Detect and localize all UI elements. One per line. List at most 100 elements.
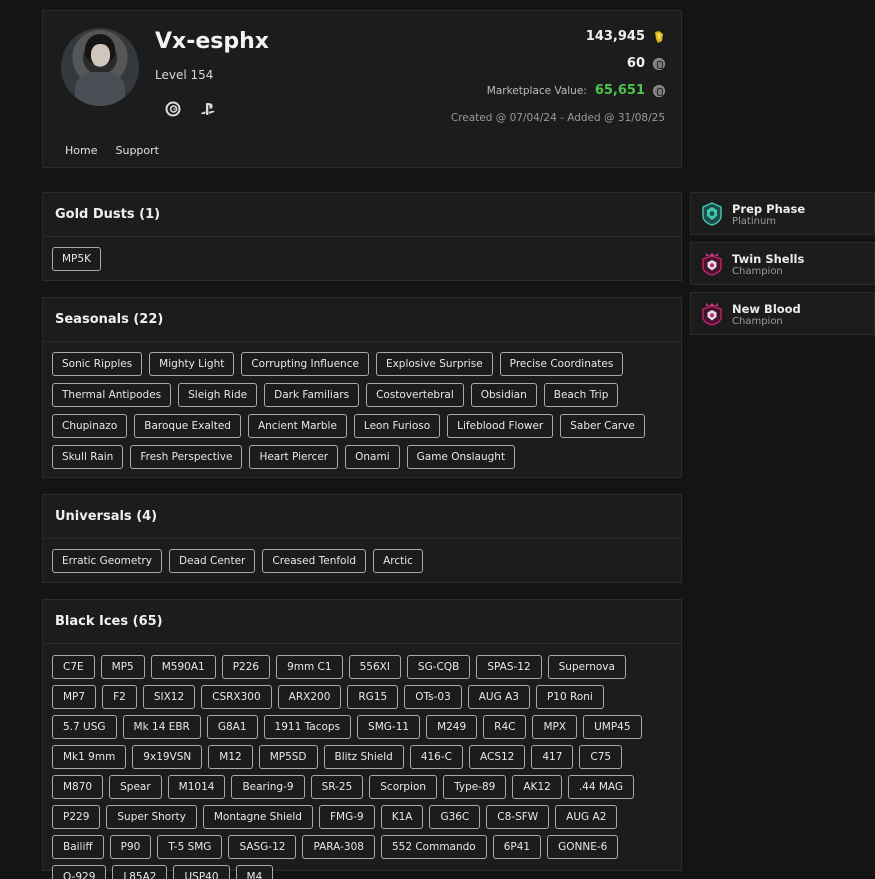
item-chip[interactable]: OTs-03 xyxy=(404,685,462,709)
item-chip[interactable]: Dark Familiars xyxy=(264,383,360,407)
item-chip[interactable]: 9x19VSN xyxy=(132,745,203,769)
rank-card[interactable]: Prep Phase Platinum xyxy=(690,192,875,235)
item-chip[interactable]: Erratic Geometry xyxy=(52,549,163,573)
item-chip[interactable]: Montagne Shield xyxy=(202,805,313,829)
item-chip[interactable]: C8-SFW xyxy=(486,805,550,829)
item-chip[interactable]: R4C xyxy=(483,715,527,739)
item-chip[interactable]: P10 Roni xyxy=(535,685,604,709)
item-chip[interactable]: Blitz Shield xyxy=(323,745,404,769)
item-chip[interactable]: SPAS-12 xyxy=(476,655,542,679)
item-chip[interactable]: Creased Tenfold xyxy=(262,549,367,573)
item-chip[interactable]: Precise Coordinates xyxy=(499,352,624,376)
item-chip[interactable]: MP5 xyxy=(100,655,145,679)
item-chip[interactable]: Sonic Ripples xyxy=(52,352,143,376)
item-chip[interactable]: 552 Commando xyxy=(380,835,487,859)
item-chip[interactable]: MP7 xyxy=(52,685,97,709)
item-chip[interactable]: AUG A2 xyxy=(555,805,618,829)
item-chip[interactable]: Sleigh Ride xyxy=(178,383,258,407)
item-chip[interactable]: 5.7 USG xyxy=(52,715,117,739)
item-chip[interactable]: P229 xyxy=(52,805,101,829)
item-chip[interactable]: AUG A3 xyxy=(467,685,530,709)
item-chip[interactable]: Explosive Surprise xyxy=(375,352,493,376)
item-chip[interactable]: 6P41 xyxy=(492,835,542,859)
item-chip[interactable]: MPX xyxy=(532,715,578,739)
nav-home[interactable]: Home xyxy=(65,144,97,157)
item-chip[interactable]: Lifeblood Flower xyxy=(447,414,554,438)
item-chip[interactable]: F2 xyxy=(102,685,137,709)
item-chip[interactable]: Corrupting Influence xyxy=(241,352,369,376)
item-chip[interactable]: Dead Center xyxy=(169,549,256,573)
item-chip[interactable]: USP40 xyxy=(173,865,230,879)
item-chip[interactable]: G8A1 xyxy=(206,715,258,739)
item-chip[interactable]: M870 xyxy=(52,775,104,799)
item-chip[interactable]: CSRX300 xyxy=(201,685,272,709)
item-chip[interactable]: M249 xyxy=(426,715,478,739)
item-chip[interactable]: Chupinazo xyxy=(52,414,128,438)
item-chip[interactable]: Type-89 xyxy=(443,775,507,799)
item-chip[interactable]: SG-CQB xyxy=(406,655,471,679)
item-chip[interactable]: SR-25 xyxy=(310,775,364,799)
item-chip[interactable]: M4 xyxy=(235,865,274,879)
item-chip[interactable]: Fresh Perspective xyxy=(130,445,243,469)
item-chip[interactable]: Super Shorty xyxy=(106,805,197,829)
item-chip[interactable]: Supernova xyxy=(547,655,626,679)
item-chip[interactable]: PARA-308 xyxy=(302,835,375,859)
item-chip[interactable]: 417 xyxy=(531,745,574,769)
playstation-icon[interactable] xyxy=(200,101,216,117)
item-chip[interactable]: 1911 Tacops xyxy=(263,715,352,739)
ubisoft-icon[interactable] xyxy=(165,101,181,117)
item-chip[interactable]: Ancient Marble xyxy=(247,414,347,438)
item-chip[interactable]: M590A1 xyxy=(150,655,216,679)
item-chip[interactable]: Beach Trip xyxy=(543,383,619,407)
item-chip[interactable]: Bearing-9 xyxy=(231,775,305,799)
item-chip[interactable]: C75 xyxy=(579,745,623,769)
item-chip[interactable]: SIX12 xyxy=(142,685,196,709)
item-chip[interactable]: UMP45 xyxy=(583,715,642,739)
rank-card[interactable]: New Blood Champion xyxy=(690,292,875,335)
item-chip[interactable]: G36C xyxy=(429,805,481,829)
item-chip[interactable]: FMG-9 xyxy=(318,805,375,829)
item-chip[interactable]: SMG-11 xyxy=(357,715,421,739)
item-chip[interactable]: AK12 xyxy=(512,775,562,799)
item-chip[interactable]: Q-929 xyxy=(52,865,107,879)
item-chip[interactable]: C7E xyxy=(52,655,95,679)
item-chip[interactable]: Mk1 9mm xyxy=(52,745,127,769)
item-chip[interactable]: Heart Piercer xyxy=(249,445,339,469)
item-chip[interactable]: M1014 xyxy=(167,775,226,799)
item-chip[interactable]: .44 MAG xyxy=(567,775,635,799)
item-chip[interactable]: Mighty Light xyxy=(149,352,235,376)
item-chip[interactable]: Mk 14 EBR xyxy=(122,715,201,739)
item-chip[interactable]: Leon Furioso xyxy=(353,414,441,438)
item-chip[interactable]: 416-C xyxy=(409,745,463,769)
item-chip[interactable]: SASG-12 xyxy=(228,835,297,859)
item-chip[interactable]: Scorpion xyxy=(369,775,438,799)
rank-card[interactable]: Twin Shells Champion xyxy=(690,242,875,285)
item-chip[interactable]: M12 xyxy=(208,745,253,769)
item-chip[interactable]: Bailiff xyxy=(52,835,104,859)
item-chip[interactable]: Costovertebral xyxy=(366,383,464,407)
item-chip[interactable]: Saber Carve xyxy=(560,414,645,438)
item-chip[interactable]: Thermal Antipodes xyxy=(52,383,172,407)
item-chip[interactable]: ACS12 xyxy=(468,745,526,769)
item-chip[interactable]: Obsidian xyxy=(470,383,537,407)
avatar[interactable] xyxy=(61,28,139,106)
item-chip[interactable]: P90 xyxy=(109,835,152,859)
item-chip[interactable]: MP5K xyxy=(52,247,101,271)
item-chip[interactable]: 9mm C1 xyxy=(276,655,343,679)
nav-support[interactable]: Support xyxy=(115,144,158,157)
item-chip[interactable]: Onami xyxy=(345,445,400,469)
item-chip[interactable]: K1A xyxy=(380,805,424,829)
item-chip[interactable]: ARX200 xyxy=(277,685,342,709)
item-chip[interactable]: P226 xyxy=(221,655,271,679)
item-chip[interactable]: RG15 xyxy=(347,685,399,709)
item-chip[interactable]: MP5SD xyxy=(258,745,318,769)
item-chip[interactable]: Skull Rain xyxy=(52,445,124,469)
item-chip[interactable]: Spear xyxy=(109,775,162,799)
item-chip[interactable]: GONNE-6 xyxy=(547,835,619,859)
item-chip[interactable]: L85A2 xyxy=(112,865,168,879)
item-chip[interactable]: T-5 SMG xyxy=(157,835,223,859)
item-chip[interactable]: Game Onslaught xyxy=(406,445,516,469)
item-chip[interactable]: Arctic xyxy=(373,549,423,573)
item-chip[interactable]: Baroque Exalted xyxy=(134,414,241,438)
item-chip[interactable]: 556XI xyxy=(348,655,401,679)
